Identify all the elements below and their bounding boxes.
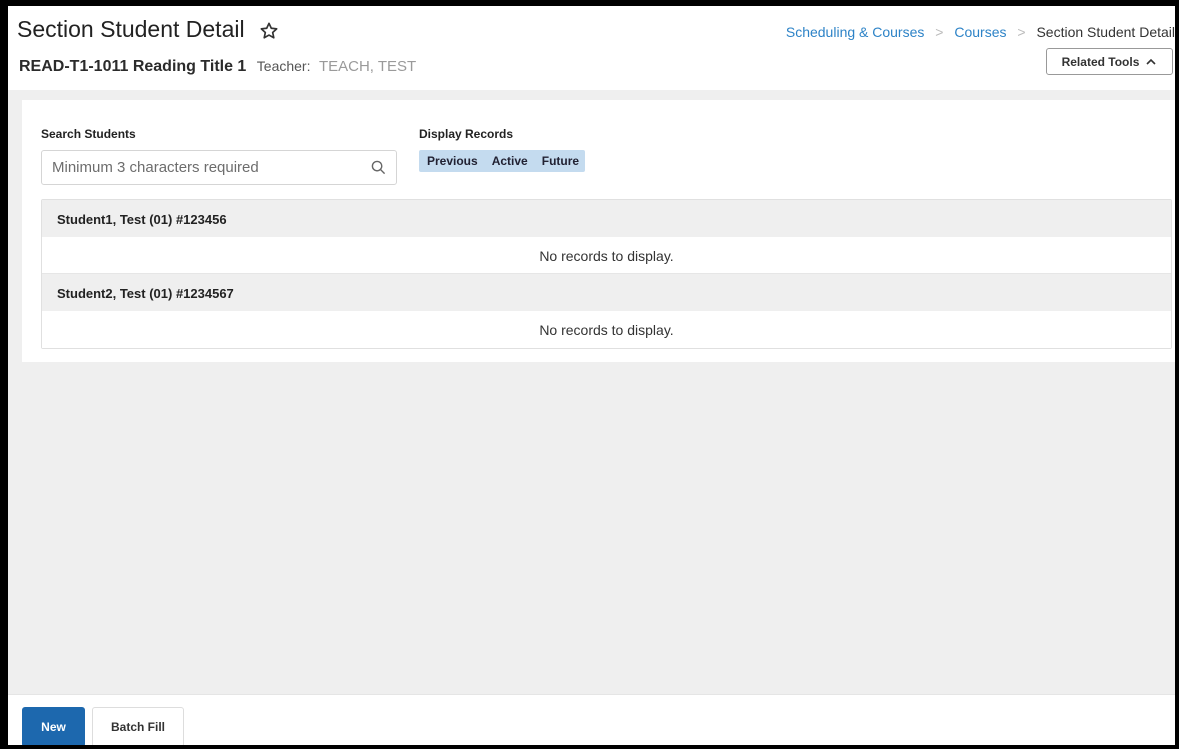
teacher-label: Teacher: bbox=[256, 58, 311, 74]
student-row-header[interactable]: Student1, Test (01) #123456 bbox=[42, 200, 1171, 237]
student-row-header[interactable]: Student2, Test (01) #1234567 bbox=[42, 274, 1171, 311]
main-content: Search Students Display Records Previous… bbox=[8, 90, 1175, 694]
breadcrumb: Scheduling & Courses > Courses > Section… bbox=[786, 24, 1175, 40]
app-window: Section Student Detail READ-T1-1011 Read… bbox=[8, 6, 1175, 745]
new-button[interactable]: New bbox=[22, 707, 85, 745]
search-students-label: Search Students bbox=[41, 127, 136, 141]
chevron-up-icon bbox=[1146, 58, 1156, 65]
empty-records-message: No records to display. bbox=[42, 237, 1171, 274]
breadcrumb-separator: > bbox=[1017, 24, 1026, 40]
related-tools-button[interactable]: Related Tools bbox=[1046, 48, 1173, 75]
breadcrumb-courses[interactable]: Courses bbox=[954, 24, 1006, 40]
breadcrumb-scheduling-courses[interactable]: Scheduling & Courses bbox=[786, 24, 925, 40]
search-icon[interactable] bbox=[371, 160, 386, 175]
toggle-previous[interactable]: Previous bbox=[419, 150, 484, 172]
breadcrumb-separator: > bbox=[935, 24, 944, 40]
teacher-name: TEACH, TEST bbox=[318, 58, 417, 75]
page-title: Section Student Detail bbox=[17, 16, 245, 42]
star-outline-icon[interactable] bbox=[259, 21, 279, 41]
related-tools-label: Related Tools bbox=[1061, 54, 1140, 69]
toggle-future[interactable]: Future bbox=[534, 150, 585, 172]
section-subtitle: READ-T1-1011 Reading Title 1 Teacher: TE… bbox=[19, 58, 416, 76]
display-records-toggle: Previous Active Future bbox=[419, 150, 586, 172]
toggle-active[interactable]: Active bbox=[484, 150, 534, 172]
empty-records-message: No records to display. bbox=[42, 311, 1171, 348]
page-header: Section Student Detail READ-T1-1011 Read… bbox=[8, 6, 1175, 90]
action-bar: New Batch Fill bbox=[8, 694, 1175, 745]
content-panel: Search Students Display Records Previous… bbox=[22, 100, 1175, 362]
display-records-label: Display Records bbox=[419, 127, 514, 141]
batch-fill-button[interactable]: Batch Fill bbox=[92, 707, 184, 745]
search-input[interactable] bbox=[42, 151, 352, 184]
search-box bbox=[41, 150, 397, 185]
student-records-table: Student1, Test (01) #123456 No records t… bbox=[41, 199, 1172, 349]
breadcrumb-current: Section Student Detail bbox=[1036, 24, 1175, 40]
course-name: READ-T1-1011 Reading Title 1 bbox=[19, 58, 247, 75]
